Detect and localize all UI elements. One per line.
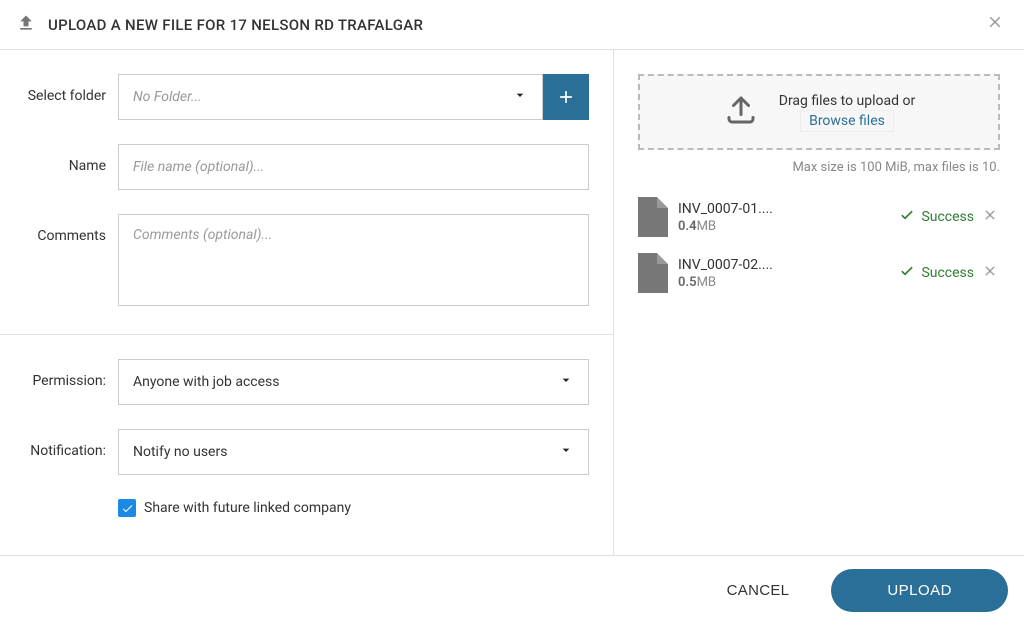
- check-icon: [899, 263, 915, 283]
- upload-limits: Max size is 100 MiB, max files is 10.: [638, 160, 1000, 175]
- upload-icon: [16, 13, 36, 37]
- upload-button[interactable]: UPLOAD: [831, 569, 1008, 612]
- remove-file-icon[interactable]: [980, 207, 1000, 228]
- file-icon: [638, 253, 668, 293]
- file-size: 0.5MB: [678, 275, 808, 290]
- drag-text: Drag files to upload or: [779, 93, 915, 109]
- file-row: INV_0007-02.... 0.5MB Success: [638, 245, 1000, 301]
- permission-label: Permission:: [0, 359, 118, 389]
- file-name: INV_0007-02....: [678, 257, 808, 273]
- comments-label: Comments: [0, 214, 118, 244]
- share-future-label: Share with future linked company: [144, 500, 351, 516]
- name-label: Name: [0, 144, 118, 174]
- folder-placeholder: No Folder...: [133, 89, 202, 105]
- browse-files-link[interactable]: Browse files: [800, 110, 894, 132]
- chevron-down-icon: [558, 442, 574, 462]
- dialog-title: UPLOAD A NEW FILE FOR 17 NELSON RD TRAFA…: [48, 16, 423, 34]
- share-future-checkbox[interactable]: [118, 499, 136, 517]
- comments-textarea[interactable]: [118, 214, 589, 306]
- file-status-text: Success: [921, 209, 974, 225]
- folder-select[interactable]: No Folder...: [118, 74, 543, 120]
- file-status-text: Success: [921, 265, 974, 281]
- notification-value: Notify no users: [133, 444, 227, 460]
- folder-label: Select folder: [0, 74, 118, 104]
- close-icon[interactable]: [982, 9, 1008, 40]
- file-row: INV_0007-01.... 0.4MB Success: [638, 189, 1000, 245]
- add-folder-button[interactable]: [543, 74, 589, 120]
- file-list: INV_0007-01.... 0.4MB Success INV_0007-0: [638, 189, 1000, 301]
- file-size: 0.4MB: [678, 219, 808, 234]
- notification-select[interactable]: Notify no users: [118, 429, 589, 475]
- file-icon: [638, 197, 668, 237]
- cancel-button[interactable]: CANCEL: [715, 574, 802, 607]
- notification-label: Notification:: [0, 429, 118, 459]
- permission-select[interactable]: Anyone with job access: [118, 359, 589, 405]
- filename-input[interactable]: [118, 144, 589, 190]
- check-icon: [899, 207, 915, 227]
- chevron-down-icon: [512, 87, 528, 107]
- file-name: INV_0007-01....: [678, 201, 808, 217]
- dropzone[interactable]: Drag files to upload or Browse files: [638, 74, 1000, 150]
- chevron-down-icon: [558, 372, 574, 392]
- dialog-footer: CANCEL UPLOAD: [0, 555, 1024, 625]
- upload-arrow-icon: [723, 92, 759, 132]
- dialog-header: UPLOAD A NEW FILE FOR 17 NELSON RD TRAFA…: [0, 0, 1024, 50]
- permission-value: Anyone with job access: [133, 374, 280, 390]
- remove-file-icon[interactable]: [980, 263, 1000, 284]
